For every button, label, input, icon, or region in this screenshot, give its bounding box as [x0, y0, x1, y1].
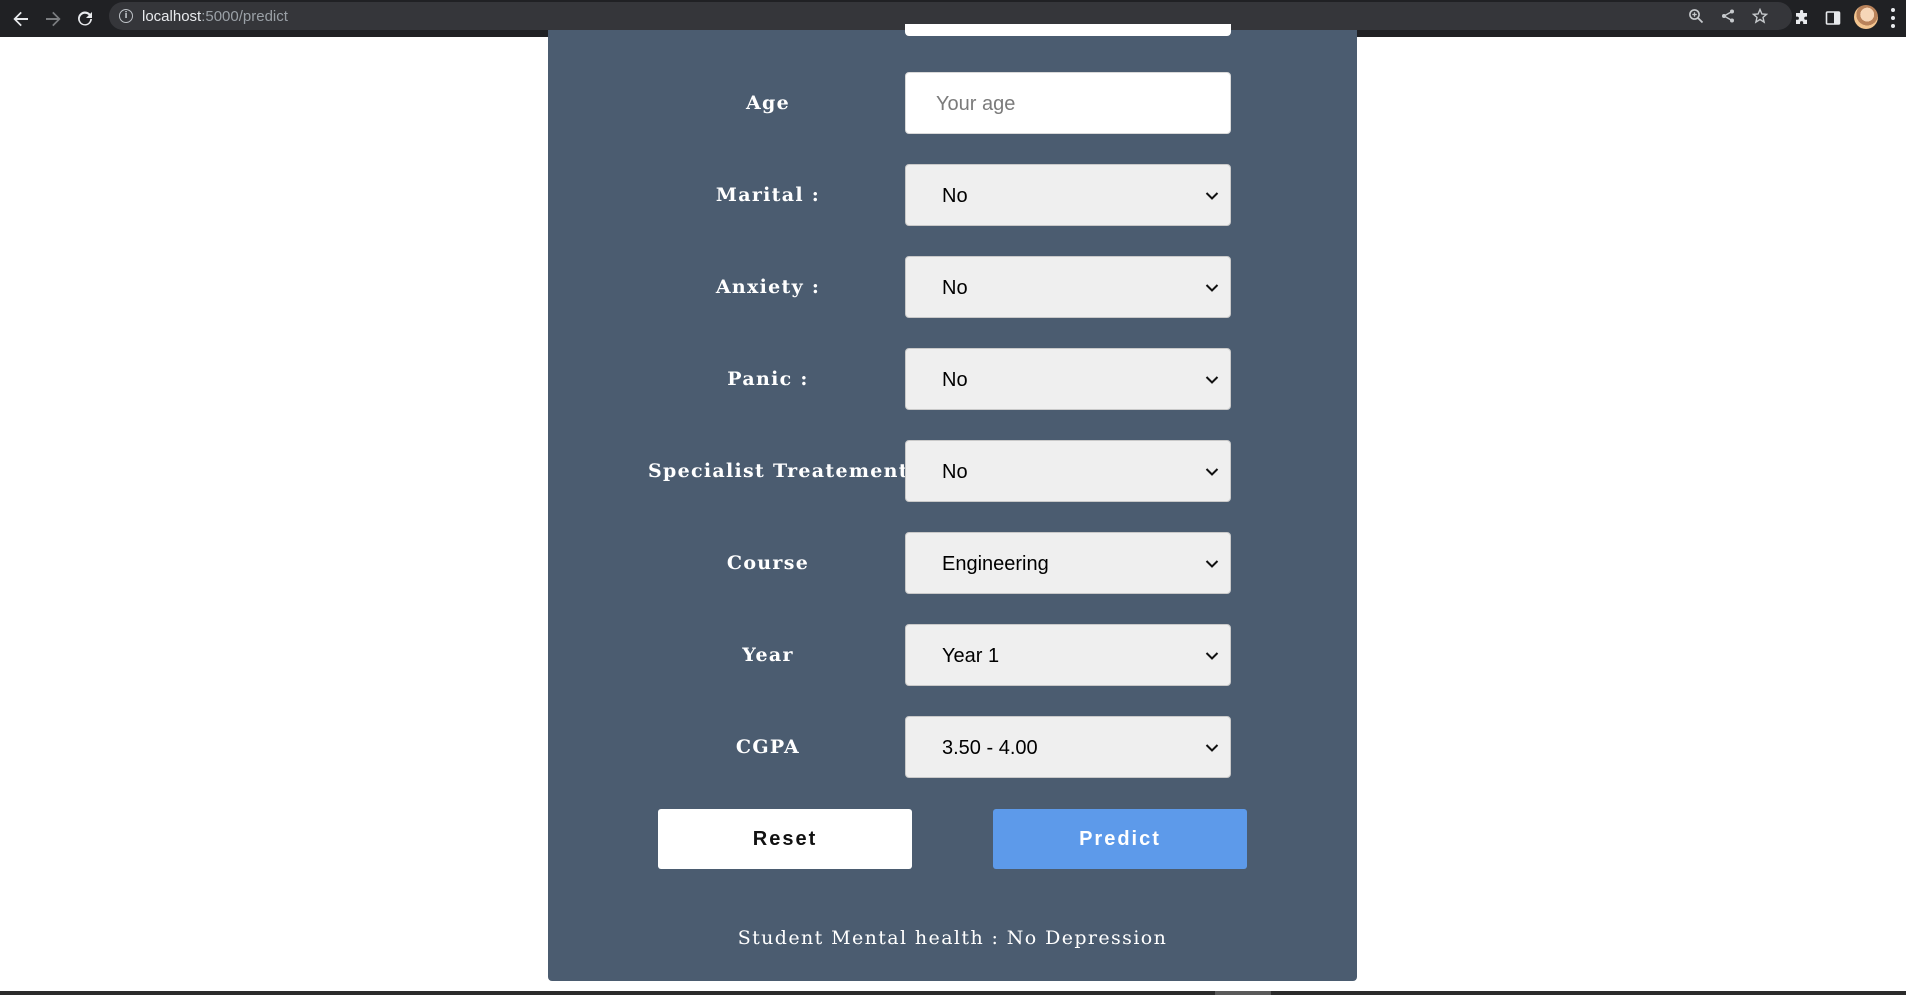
specialist-treatment-label: Specialist Treatement : [648, 460, 926, 482]
predict-button[interactable]: Predict [993, 809, 1247, 869]
specialist-treatment-row: Specialist Treatement : No [548, 440, 1357, 502]
chevron-down-icon [1205, 744, 1219, 752]
cgpa-value: 3.50 - 4.00 [942, 737, 1038, 759]
course-value: Engineering [942, 553, 1049, 575]
scrolled-field-edge [905, 24, 1231, 36]
anxiety-value: No [942, 277, 968, 299]
specialist-treatment-select[interactable]: No [905, 440, 1231, 502]
chevron-down-icon [1205, 284, 1219, 292]
panic-label: Panic : [727, 368, 809, 390]
horizontal-scrollbar[interactable] [0, 991, 1906, 995]
side-panel-icon[interactable] [1821, 6, 1845, 30]
marital-value: No [942, 185, 968, 207]
chevron-down-icon [1205, 468, 1219, 476]
reset-button[interactable]: Reset [658, 809, 912, 869]
url-text: localhost:5000/predict [142, 8, 288, 25]
anxiety-label: Anxiety : [715, 276, 821, 298]
course-label: Course [726, 552, 810, 574]
forward-arrow-icon[interactable] [40, 6, 66, 32]
year-select[interactable]: Year 1 [905, 624, 1231, 686]
age-row: Age Your age [548, 72, 1357, 134]
panic-row: Panic : No [548, 348, 1357, 410]
cgpa-row: CGPA 3.50 - 4.00 [548, 716, 1357, 778]
course-select[interactable]: Engineering [905, 532, 1231, 594]
marital-row: Marital : No [548, 164, 1357, 226]
marital-select[interactable]: No [905, 164, 1231, 226]
cgpa-select[interactable]: 3.50 - 4.00 [905, 716, 1231, 778]
chevron-down-icon [1205, 560, 1219, 568]
specialist-treatment-value: No [942, 461, 968, 483]
course-row: Course Engineering [548, 532, 1357, 594]
panic-select[interactable]: No [905, 348, 1231, 410]
cgpa-label: CGPA [735, 736, 801, 758]
kebab-menu-icon[interactable] [1890, 8, 1896, 28]
chevron-down-icon [1205, 652, 1219, 660]
marital-label: Marital : [715, 184, 821, 206]
back-arrow-icon[interactable] [8, 6, 34, 32]
share-icon[interactable] [1718, 6, 1738, 26]
anxiety-select[interactable]: No [905, 256, 1231, 318]
puzzle-icon[interactable] [1790, 6, 1814, 30]
chevron-down-icon [1205, 192, 1219, 200]
year-row: Year Year 1 [548, 624, 1357, 686]
reload-icon[interactable] [72, 6, 98, 32]
year-value: Year 1 [942, 645, 1000, 667]
prediction-form: Age Your age Marital : No Anxiety : No P… [548, 24, 1357, 981]
chevron-down-icon [1205, 376, 1219, 384]
age-label: Age [745, 92, 790, 114]
info-icon[interactable]: i [119, 9, 133, 23]
year-label: Year [742, 644, 794, 666]
anxiety-row: Anxiety : No [548, 256, 1357, 318]
star-icon[interactable] [1750, 6, 1770, 26]
panic-value: No [942, 369, 968, 391]
zoom-icon[interactable] [1686, 6, 1706, 26]
prediction-result: Student Mental health : No Depression [737, 927, 1168, 949]
scrollbar-thumb[interactable] [1215, 991, 1271, 995]
avatar[interactable] [1854, 5, 1878, 29]
age-input[interactable]: Your age [905, 72, 1231, 134]
